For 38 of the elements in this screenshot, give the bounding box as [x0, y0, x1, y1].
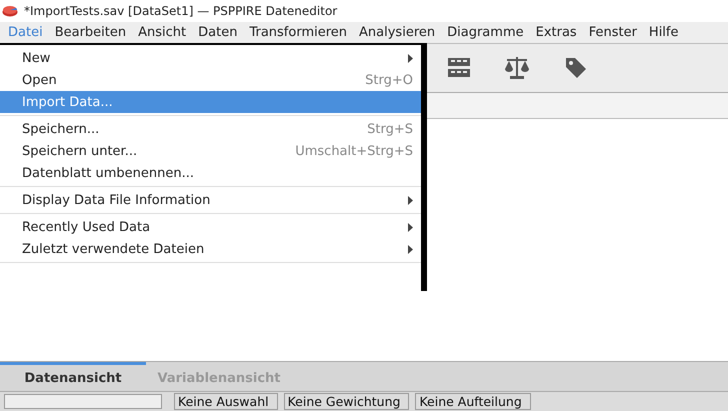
menu-entry-label: Open: [22, 72, 58, 88]
menu-entry-label: Import Data...: [22, 94, 114, 110]
menu-entry[interactable]: New: [0, 47, 421, 69]
menu-item[interactable]: Hilfe: [642, 25, 684, 40]
menu-item[interactable]: Extras: [530, 25, 583, 40]
menu-entry-label: Datenblatt umbenennen...: [22, 166, 195, 180]
menu-item[interactable]: Ansicht: [132, 25, 192, 40]
menu-entry-label: Zuletzt verwendete Dateien: [22, 242, 206, 256]
menu-item[interactable]: Datei: [2, 25, 49, 40]
menu-entry[interactable]: Speichern unter... Umschalt+Strg+S: [0, 140, 421, 162]
scale-icon[interactable]: [504, 56, 530, 80]
menu-entry[interactable]: Display Data File Information: [0, 189, 421, 211]
menu-item[interactable]: Daten: [192, 25, 244, 40]
menu-entry[interactable]: Datenblatt umbenennen...: [0, 162, 421, 184]
shortcut-label: Umschalt+Strg+S: [295, 144, 413, 158]
shortcut-label: Strg+S: [367, 122, 413, 136]
status-cell: Keine Auswahl: [174, 393, 278, 410]
menu-entry[interactable]: Speichern... Strg+S: [0, 118, 421, 140]
table-rows-icon[interactable]: [448, 58, 470, 78]
menu-entry-label: Display Data File Information: [22, 192, 212, 208]
app-icon: [2, 5, 18, 17]
menu-item[interactable]: Analysieren: [353, 25, 442, 40]
menu-item[interactable]: Transformieren: [243, 25, 354, 40]
menu-item[interactable]: Diagramme: [441, 25, 530, 40]
menu-entry[interactable]: Recently Used Data: [0, 216, 421, 238]
menu-item[interactable]: Fenster: [582, 25, 643, 40]
menu-entry[interactable]: Open Strg+O: [0, 69, 421, 91]
status-cell: Keine Gewichtung: [284, 393, 410, 410]
tag-icon[interactable]: [564, 56, 588, 80]
menu-entry-label: Speichern unter...: [22, 144, 138, 158]
status-cell: Keine Aufteilung: [415, 393, 531, 410]
menu-entry-label: Recently Used Data: [22, 220, 152, 234]
menu-entry-label: Speichern...: [22, 122, 100, 136]
menu-entry-label: New: [22, 50, 52, 66]
window-title: *ImportTests.sav [DataSet1] — PSPPIRE Dateneditor: [24, 4, 338, 18]
shortcut-label: Strg+O: [365, 72, 413, 88]
menu-entry[interactable]: Zuletzt verwendete Dateien: [0, 238, 421, 260]
menu-item[interactable]: Bearbeiten: [48, 25, 132, 40]
